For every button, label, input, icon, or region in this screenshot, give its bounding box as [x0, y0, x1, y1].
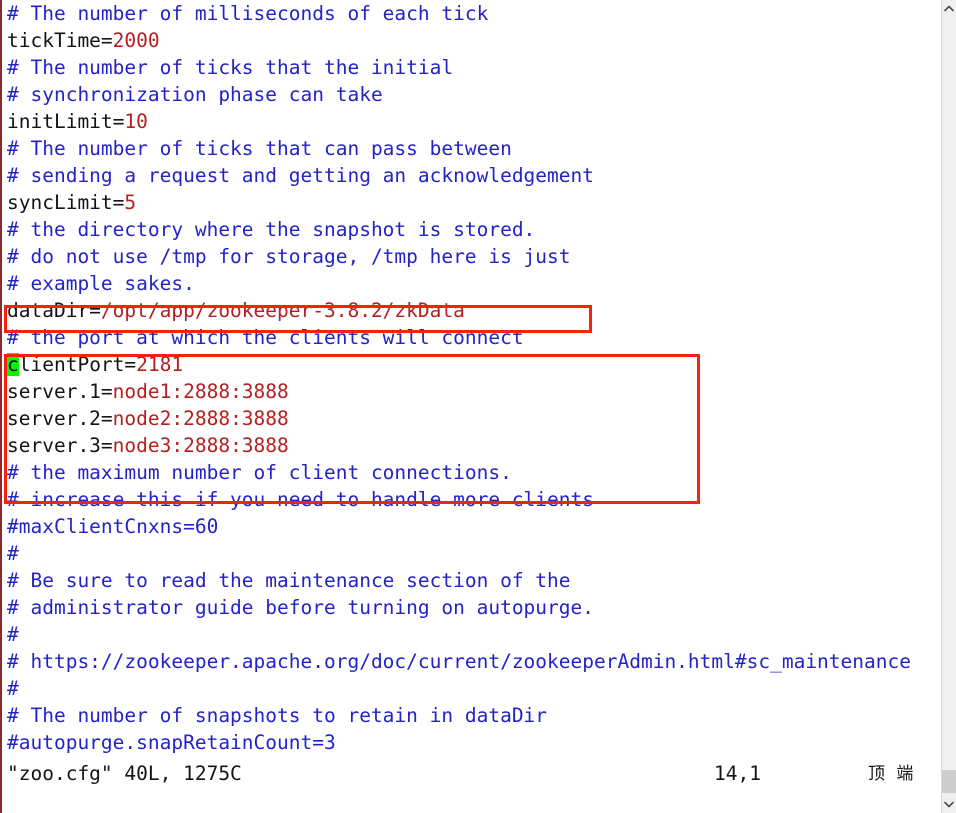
comment-text: # do not use /tmp for storage, /tmp here…	[7, 245, 571, 268]
editor-line: #	[2, 540, 941, 567]
vim-status-line: "zoo.cfg" 40L, 1275C 14,1 顶 端	[2, 760, 941, 788]
comment-text: # The number of ticks that can pass betw…	[7, 137, 512, 160]
comment-text: #	[7, 542, 19, 565]
editor-line: clientPort=2181	[2, 351, 941, 378]
config-value: 5	[124, 191, 137, 214]
config-key: server.2=	[7, 407, 113, 430]
editor-line: # The number of ticks that the initial	[2, 54, 941, 81]
comment-text: # administrator guide before turning on …	[7, 596, 594, 619]
comment-text: # Be sure to read the maintenance sectio…	[7, 569, 571, 592]
comment-text: #	[7, 623, 19, 646]
editor-line: # increase this if you need to handle mo…	[2, 486, 941, 513]
comment-text: # The number of milliseconds of each tic…	[7, 2, 489, 25]
config-key: server.3=	[7, 434, 113, 457]
config-value: node3:2888:3888	[112, 434, 289, 457]
editor-line: # Be sure to read the maintenance sectio…	[2, 567, 941, 594]
comment-text: # increase this if you need to handle mo…	[7, 488, 594, 511]
comment-text: # the port at which the clients will con…	[7, 326, 524, 349]
comment-text: #autopurge.snapRetainCount=3	[7, 731, 336, 754]
config-key: server.1=	[7, 380, 113, 403]
terminal-window[interactable]: # The number of milliseconds of each tic…	[0, 0, 941, 813]
config-key: dataDir=	[7, 299, 101, 322]
vim-cursor-block: c	[7, 353, 19, 376]
editor-line: # sending a request and getting an ackno…	[2, 162, 941, 189]
editor-line: #	[2, 675, 941, 702]
chevron-up-icon	[944, 5, 954, 12]
status-location-label: 顶 端	[868, 764, 917, 784]
editor-line: # the maximum number of client connectio…	[2, 459, 941, 486]
editor-line: # the directory where the snapshot is st…	[2, 216, 941, 243]
editor-line: # The number of ticks that can pass betw…	[2, 135, 941, 162]
config-value: 10	[124, 110, 148, 133]
config-key: initLimit=	[7, 110, 125, 133]
scroll-down-button[interactable]	[942, 796, 956, 813]
editor-line: # https://zookeeper.apache.org/doc/curre…	[2, 648, 941, 675]
editor-line: initLimit=10	[2, 108, 941, 135]
status-file-info: "zoo.cfg" 40L, 1275C	[7, 762, 242, 785]
vim-text-area[interactable]: # The number of milliseconds of each tic…	[2, 0, 941, 756]
editor-line: # do not use /tmp for storage, /tmp here…	[2, 243, 941, 270]
comment-text: # example sakes.	[7, 272, 195, 295]
status-cursor-position: 14,1	[714, 762, 761, 785]
vertical-scrollbar[interactable]	[941, 0, 956, 813]
comment-text: # The number of snapshots to retain in d…	[7, 704, 548, 727]
editor-line: server.2=node2:2888:3888	[2, 405, 941, 432]
editor-line: # synchronization phase can take	[2, 81, 941, 108]
editor-line: #autopurge.snapRetainCount=3	[2, 729, 941, 756]
editor-line: dataDir=/opt/app/zookeeper-3.8.2/zkData	[2, 297, 941, 324]
comment-text: # synchronization phase can take	[7, 83, 383, 106]
config-value: 2181	[136, 353, 184, 376]
editor-line: # example sakes.	[2, 270, 941, 297]
editor-line: #	[2, 621, 941, 648]
comment-text: # the maximum number of client connectio…	[7, 461, 512, 484]
scrollbar-track[interactable]	[942, 17, 956, 796]
config-key: syncLimit=	[7, 191, 125, 214]
comment-text: # The number of ticks that the initial	[7, 56, 454, 79]
chevron-down-icon	[944, 801, 954, 808]
editor-line: server.3=node3:2888:3888	[2, 432, 941, 459]
config-key: lientPort=	[18, 353, 137, 376]
editor-line: # the port at which the clients will con…	[2, 324, 941, 351]
config-value: /opt/app/zookeeper-3.8.2/zkData	[100, 299, 465, 322]
editor-line: syncLimit=5	[2, 189, 941, 216]
config-key: tickTime=	[7, 29, 113, 52]
comment-text: # https://zookeeper.apache.org/doc/curre…	[7, 650, 911, 673]
comment-text: # sending a request and getting an ackno…	[7, 164, 594, 187]
config-value: node1:2888:3888	[112, 380, 289, 403]
editor-line: server.1=node1:2888:3888	[2, 378, 941, 405]
scroll-up-button[interactable]	[942, 0, 956, 17]
editor-line: # The number of snapshots to retain in d…	[2, 702, 941, 729]
editor-line: # administrator guide before turning on …	[2, 594, 941, 621]
editor-line: tickTime=2000	[2, 27, 941, 54]
config-value: node2:2888:3888	[112, 407, 289, 430]
editor-line: #maxClientCnxns=60	[2, 513, 941, 540]
config-value: 2000	[112, 29, 160, 52]
comment-text: #maxClientCnxns=60	[7, 515, 219, 538]
comment-text: #	[7, 677, 19, 700]
scrollbar-thumb[interactable]	[942, 770, 956, 793]
editor-line: # The number of milliseconds of each tic…	[2, 0, 941, 27]
comment-text: # the directory where the snapshot is st…	[7, 218, 536, 241]
